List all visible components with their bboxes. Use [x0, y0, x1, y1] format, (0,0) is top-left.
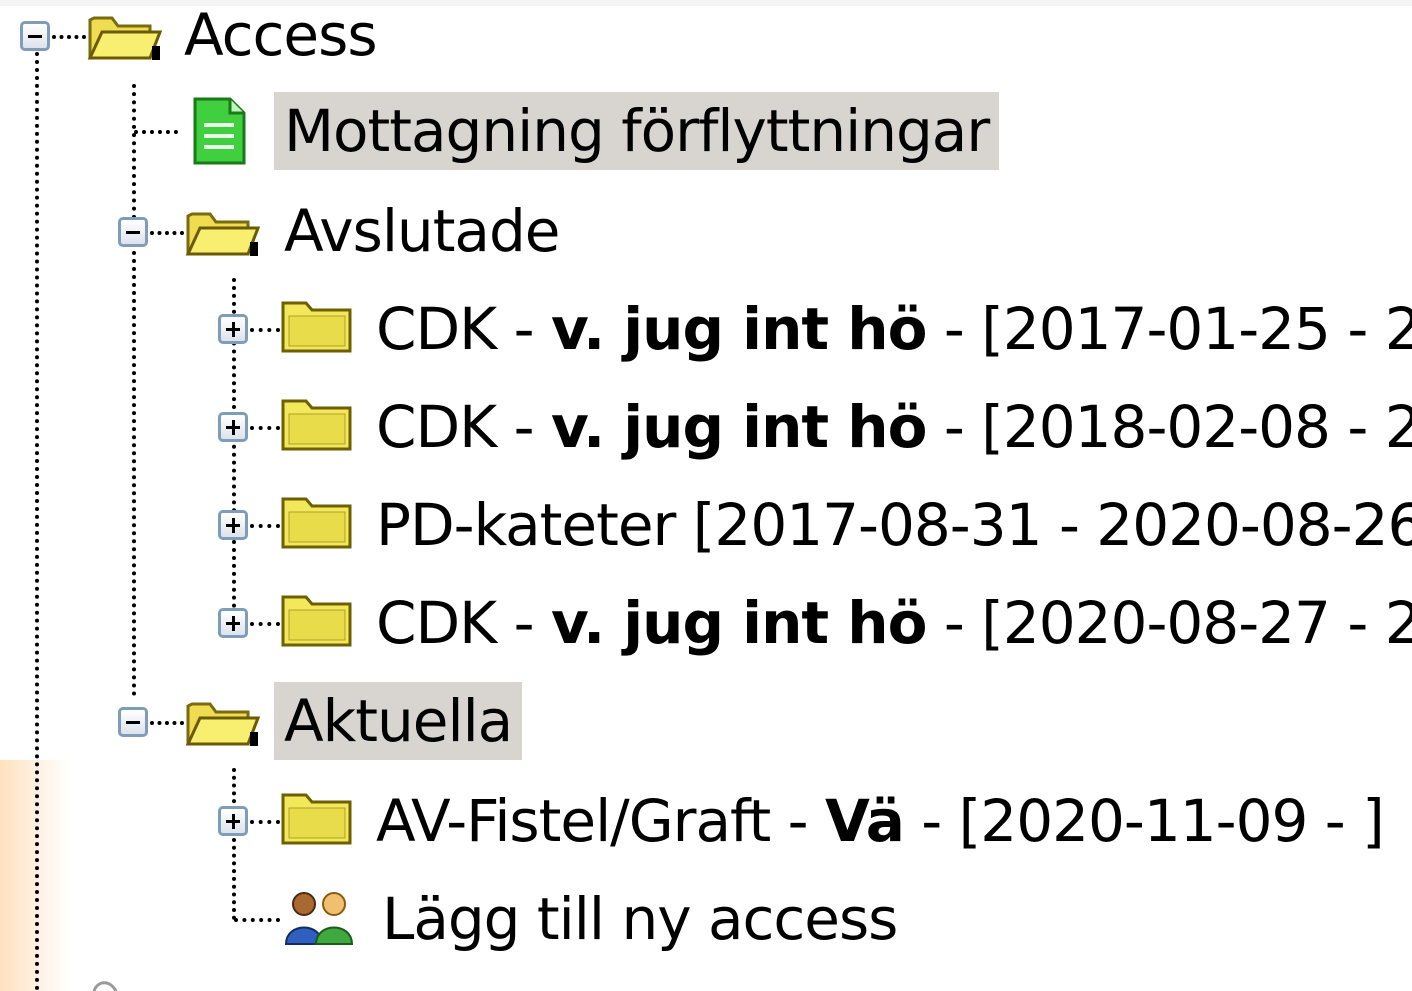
tree-node-avslutade-2[interactable]: CDK - v. jug int hö - [2018-02-08 - 20	[366, 388, 1412, 466]
label-segment: PD-kateter [2017-08-31 - 2020-08-26]	[376, 491, 1412, 559]
tree-node-add-access[interactable]: Lägg till ny access	[372, 880, 907, 958]
tree-node-avslutade-3[interactable]: PD-kateter [2017-08-31 - 2020-08-26]	[366, 486, 1412, 564]
open-folder-icon	[185, 702, 260, 746]
collapse-toggle-access[interactable]	[20, 21, 50, 51]
tree-node-aktuella-1[interactable]: AV-Fistel/Graft - Vä - [2020-11-09 - ]	[366, 782, 1394, 860]
tree-node-avslutade[interactable]: Avslutade	[274, 192, 569, 270]
tree-line-aktuella	[232, 768, 236, 920]
tree-line-root	[35, 52, 39, 991]
label-segment-bold: v. jug int hö	[551, 589, 927, 657]
folder-icon	[281, 497, 352, 549]
tree-line-access	[132, 84, 136, 219]
expand-toggle-avslutade-2[interactable]	[218, 412, 248, 442]
tree-node-aktuella[interactable]: Aktuella	[274, 682, 523, 760]
tree-line-access-2	[132, 251, 136, 696]
label-segment: CDK -	[376, 393, 551, 461]
label-segment: CDK -	[376, 589, 551, 657]
label-segment: - [2017-01-25 - 20	[926, 295, 1412, 363]
tree-node-avslutade-1[interactable]: CDK - v. jug int hö - [2017-01-25 - 20	[366, 290, 1412, 368]
folder-icon	[281, 301, 352, 353]
document-icon	[193, 97, 246, 165]
label-segment: AV-Fistel/Graft -	[376, 787, 826, 855]
collapse-toggle-avslutade[interactable]	[118, 217, 148, 247]
tree-node-mottagning[interactable]: Mottagning förflyttningar	[274, 92, 1000, 170]
expand-toggle-avslutade-3[interactable]	[218, 510, 248, 540]
label-segment: - [2020-11-09 - ]	[903, 787, 1385, 855]
tree-line-root-h	[52, 35, 86, 39]
tree-line-avs1-h	[250, 328, 280, 332]
open-folder-icon	[185, 212, 260, 256]
folder-icon	[281, 793, 352, 845]
label-segment: - [2018-02-08 - 20	[926, 393, 1412, 461]
tree-line-add-h	[234, 918, 280, 922]
folder-icon	[281, 399, 352, 451]
tree-line-avs3-h	[250, 524, 280, 528]
tree-node-access-label[interactable]: Access	[174, 0, 387, 74]
label-segment-bold: v. jug int hö	[551, 295, 927, 363]
tree-line-akt1-h	[250, 820, 280, 824]
expand-toggle-avslutade-1[interactable]	[218, 314, 248, 344]
tree-line-avslutade-h	[150, 231, 184, 235]
tree-line-mottagning	[134, 130, 178, 134]
users-add-icon	[284, 892, 354, 945]
tree-node-avslutade-4[interactable]: CDK - v. jug int hö - [2020-08-27 - 20	[366, 584, 1412, 662]
collapse-toggle-aktuella[interactable]	[118, 707, 148, 737]
label-segment-bold: v. jug int hö	[551, 393, 927, 461]
label-segment-bold: Vä	[825, 787, 905, 855]
tree-line-aktuella-h	[150, 721, 184, 725]
open-folder-icon	[87, 16, 162, 60]
tree-line-avs2-h	[250, 426, 280, 430]
tree-line-avs4-h	[250, 622, 280, 626]
label-segment: - [2020-08-27 - 20	[926, 589, 1412, 657]
expand-toggle-aktuella-1[interactable]	[218, 806, 248, 836]
folder-icon	[281, 595, 352, 647]
label-segment: CDK -	[376, 295, 551, 363]
expand-toggle-avslutade-4[interactable]	[218, 608, 248, 638]
partial-folder-icon	[92, 981, 118, 991]
